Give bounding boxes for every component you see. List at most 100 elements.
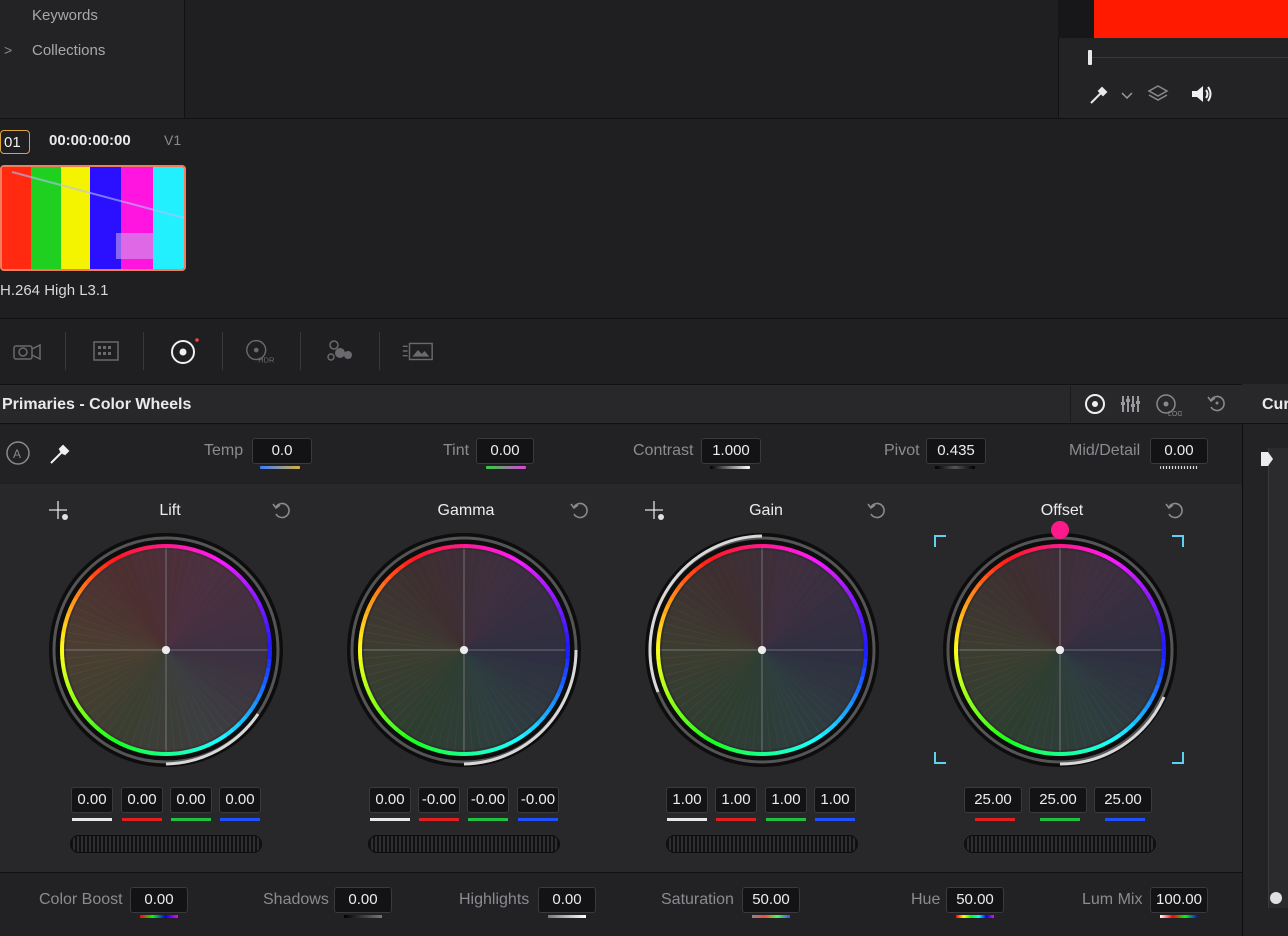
saturation-slider[interactable] <box>752 915 790 918</box>
lift-red-value[interactable]: 0.00 <box>121 787 163 813</box>
pivot-input[interactable]: 0.435 <box>926 438 986 464</box>
crosshair-icon[interactable] <box>643 499 667 529</box>
crosshair-icon[interactable] <box>47 499 71 529</box>
clip-track: V1 <box>164 132 182 148</box>
color-wheels-icon[interactable] <box>166 336 200 366</box>
tint-label: Tint <box>443 442 470 459</box>
gain-master-value[interactable]: 1.00 <box>666 787 708 813</box>
saturation-input[interactable]: 50.00 <box>742 887 800 913</box>
gamma-blue-value[interactable]: -0.00 <box>517 787 559 813</box>
camera-raw-icon[interactable] <box>10 336 44 366</box>
chevron-right-icon[interactable]: > <box>4 42 12 58</box>
clip-thumbnail[interactable] <box>0 165 186 271</box>
wheels-mode-icon[interactable] <box>1083 392 1107 422</box>
lift-blue-line <box>220 818 260 821</box>
lift-master-value[interactable]: 0.00 <box>71 787 113 813</box>
gain-wheel[interactable] <box>644 532 880 768</box>
shadows-slider[interactable] <box>344 915 382 918</box>
lum-mix-input[interactable]: 100.00 <box>1150 887 1208 913</box>
wheel-title-gain: Gain <box>749 502 783 519</box>
offset-hue-handle[interactable] <box>1051 521 1069 539</box>
scrubber-handle[interactable] <box>1088 50 1092 65</box>
media-sidebar: Keywords > Collections <box>0 0 185 118</box>
hdr-icon[interactable]: HDR <box>243 336 277 366</box>
saturation-label: Saturation <box>661 891 734 908</box>
gamma-master-value[interactable]: 0.00 <box>369 787 411 813</box>
gamma-green-value[interactable]: -0.00 <box>467 787 509 813</box>
lift-wheel[interactable] <box>48 532 284 768</box>
picker-icon[interactable] <box>1088 84 1110 112</box>
reset-offset-icon[interactable] <box>1164 499 1186 527</box>
gamma-master-line <box>370 818 410 821</box>
offset-blue-value[interactable]: 25.00 <box>1094 787 1152 813</box>
gamma-wheel[interactable] <box>346 532 582 768</box>
gain-red-value[interactable]: 1.00 <box>715 787 757 813</box>
contrast-slider[interactable] <box>710 466 750 469</box>
pivot-slider[interactable] <box>935 466 975 469</box>
lift-green-value[interactable]: 0.00 <box>170 787 212 813</box>
lift-master-jog[interactable] <box>70 835 262 853</box>
motion-effects-icon[interactable] <box>401 336 435 366</box>
gamma-master-jog[interactable] <box>368 835 560 853</box>
curve-bottom-handle[interactable] <box>1270 892 1282 904</box>
reset-gain-icon[interactable] <box>866 499 888 527</box>
gain-master-jog[interactable] <box>666 835 858 853</box>
gain-blue-value[interactable]: 1.00 <box>814 787 856 813</box>
reset-lift-icon[interactable] <box>271 499 293 527</box>
log-mode-icon[interactable]: LOG <box>1154 392 1183 424</box>
clip-codec: H.264 High L3.1 <box>0 282 109 299</box>
temp-slider[interactable] <box>260 466 300 469</box>
mid-detail-slider[interactable] <box>1160 466 1198 469</box>
wheel-title-lift: Lift <box>159 502 181 519</box>
offset-green-value[interactable]: 25.00 <box>1029 787 1087 813</box>
gain-master-line <box>667 818 707 821</box>
divider <box>379 332 380 370</box>
temp-label: Temp <box>204 442 244 459</box>
lum-mix-slider[interactable] <box>1160 915 1198 918</box>
reset-gamma-icon[interactable] <box>569 499 591 527</box>
color-boost-slider[interactable] <box>140 915 178 918</box>
panel-title: Primaries - Color Wheels <box>2 396 192 413</box>
contrast-input[interactable]: 1.000 <box>701 438 761 464</box>
scrubber-track[interactable] <box>1090 57 1288 58</box>
clip-number-badge: 01 <box>0 130 30 154</box>
offset-master-jog[interactable] <box>964 835 1156 853</box>
color-match-icon[interactable] <box>89 336 123 366</box>
gamma-blue-line <box>518 818 558 821</box>
offset-blue-line <box>1105 818 1145 821</box>
tint-input[interactable]: 0.00 <box>476 438 534 464</box>
sidebar-item-collections[interactable]: Collections <box>32 42 105 59</box>
media-pool-area <box>186 0 1058 118</box>
color-boost-label: Color Boost <box>39 891 123 908</box>
gamma-red-value[interactable]: -0.00 <box>418 787 460 813</box>
color-boost-input[interactable]: 0.00 <box>130 887 188 913</box>
curve-top-handle[interactable] <box>1260 451 1274 467</box>
viewer-letterbox <box>1058 0 1094 38</box>
divider <box>300 332 301 370</box>
offset-red-value[interactable]: 25.00 <box>964 787 1022 813</box>
gamma-red-line <box>419 818 459 821</box>
bars-mode-icon[interactable] <box>1120 392 1142 422</box>
temp-input[interactable]: 0.0 <box>252 438 312 464</box>
offset-wheel[interactable] <box>942 532 1178 768</box>
wheel-title-offset: Offset <box>1040 502 1084 519</box>
curves-graph[interactable] <box>1268 448 1288 908</box>
sidebar-item-keywords[interactable]: Keywords <box>32 7 98 24</box>
chevron-down-icon[interactable] <box>1120 84 1134 112</box>
layers-icon[interactable] <box>1146 82 1170 112</box>
rgb-mixer-icon[interactable] <box>322 336 356 366</box>
speaker-icon[interactable] <box>1189 83 1215 111</box>
shadows-input[interactable]: 0.00 <box>334 887 392 913</box>
auto-balance-icon[interactable]: A <box>4 439 32 472</box>
highlights-slider[interactable] <box>548 915 586 918</box>
mid-detail-input[interactable]: 0.00 <box>1150 438 1208 464</box>
lift-blue-value[interactable]: 0.00 <box>219 787 261 813</box>
gain-green-value[interactable]: 1.00 <box>765 787 807 813</box>
reset-all-icon[interactable] <box>1206 392 1228 420</box>
tint-slider[interactable] <box>486 466 526 469</box>
picker-icon[interactable] <box>48 440 74 471</box>
highlights-input[interactable]: 0.00 <box>538 887 596 913</box>
adjust-row <box>0 425 1242 483</box>
hue-input[interactable]: 50.00 <box>946 887 1004 913</box>
hue-slider[interactable] <box>956 915 994 918</box>
